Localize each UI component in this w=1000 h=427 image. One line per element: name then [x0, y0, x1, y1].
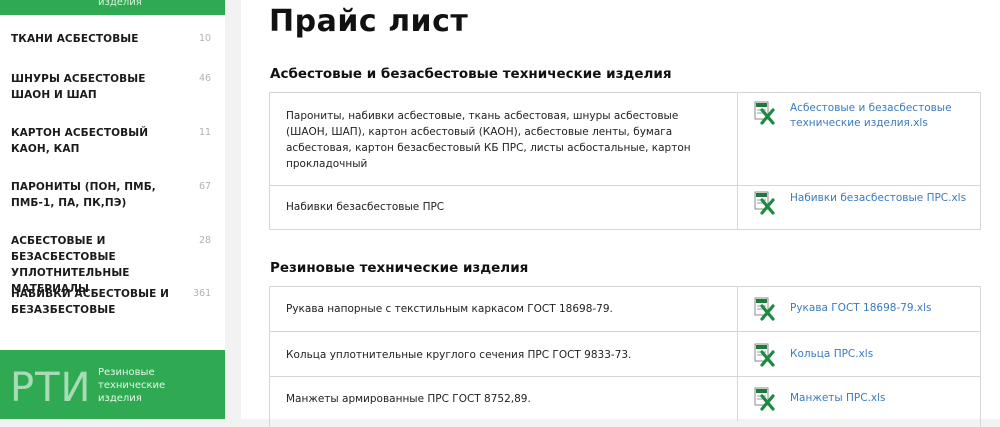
file-name: Кольца ПРС.xls [790, 348, 874, 360]
file-link[interactable]: Манжеты ПРС.xls [753, 387, 973, 411]
section-title: Асбестовые и безасбестовые технические и… [270, 66, 672, 82]
table-row: Кольца уплотнительные круглого сечения П… [270, 331, 980, 376]
file-name: Набивки безасбестовые ПРС.xls [790, 192, 967, 204]
file-name: Рукава ГОСТ 18698-79.xls [790, 302, 932, 314]
sidebar-promo-rti[interactable]: РТИ Резиновые технические изделия [0, 350, 225, 419]
excel-file-icon [754, 387, 775, 411]
sidebar-item-count: 67 [199, 181, 212, 192]
section-title: Резиновые технические изделия [270, 260, 529, 276]
sidebar-item-asbestos-cords[interactable]: ШНУРЫ АСБЕСТОВЫЕ ШАОН И ШАП 46 [0, 71, 225, 105]
file-link[interactable]: Асбестовые и безасбестовые технические и… [753, 101, 973, 135]
sidebar-item-label: ШНУРЫ АСБЕСТОВЫЕ ШАОН И ШАП [11, 73, 146, 101]
sidebar-top-banner-label: изделия [98, 0, 142, 8]
sidebar-item-paronites[interactable]: ПАРОНИТЫ (ПОН, ПМБ, ПМБ-1, ПА, ПК,ПЭ) 67 [0, 179, 225, 213]
price-table-asbestos: Парониты, набивки асбестовые, ткань асбе… [269, 92, 981, 230]
column-divider [737, 287, 738, 331]
file-name: Асбестовые и безасбестовые технические и… [790, 102, 952, 129]
column-divider [737, 377, 738, 421]
sidebar-item-count: 46 [199, 73, 212, 84]
sidebar-item-label: ПАРОНИТЫ (ПОН, ПМБ, ПМБ-1, ПА, ПК,ПЭ) [11, 181, 156, 209]
main-content: Прайс лист Асбестовые и безасбестовые те… [241, 0, 1000, 427]
sidebar-item-count: 28 [199, 235, 212, 246]
row-description: Кольца уплотнительные круглого сечения П… [286, 349, 632, 361]
excel-file-icon [754, 297, 775, 321]
sidebar-item-sealing-materials[interactable]: АСБЕСТОВЫЕ И БЕЗАСБЕСТОВЫЕ УПЛОТНИТЕЛЬНЫ… [0, 233, 225, 295]
sidebar-top-banner[interactable]: изделия [0, 0, 225, 15]
excel-file-icon [754, 343, 775, 367]
sidebar-item-count: 11 [199, 127, 212, 138]
sidebar: изделия ТКАНИ АСБЕСТОВЫЕ 10 ШНУРЫ АСБЕСТ… [0, 0, 225, 419]
excel-file-icon [754, 101, 775, 125]
promo-big-text: РТИ [10, 365, 92, 411]
page-title: Прайс лист [269, 4, 469, 39]
file-name: Манжеты ПРС.xls [790, 392, 886, 404]
file-link[interactable]: Рукава ГОСТ 18698-79.xls [753, 297, 973, 321]
sidebar-item-asbestos-cardboard[interactable]: КАРТОН АСБЕСТОВЫЙ КАОН, КАП 11 [0, 125, 225, 159]
table-row: Манжеты армированные ПРС ГОСТ 8752,89. М… [270, 376, 980, 421]
column-divider [737, 93, 738, 185]
row-description: Набивки безасбестовые ПРС [286, 201, 445, 213]
row-description: Рукава напорные с текстильным каркасом Г… [286, 303, 613, 315]
sidebar-item-packings[interactable]: НАБИВКИ АСБЕСТОВЫЕ И БЕЗАЗБЕСТОВЫЕ 361 [0, 286, 225, 320]
excel-file-icon [754, 191, 775, 215]
sidebar-item-count: 10 [199, 33, 212, 44]
price-table-rubber: Рукава напорные с текстильным каркасом Г… [269, 286, 981, 427]
column-divider [737, 186, 738, 229]
column-divider [737, 332, 738, 376]
file-link[interactable]: Кольца ПРС.xls [753, 343, 973, 367]
sidebar-item-count: 361 [193, 288, 212, 299]
table-row: Набивки безасбестовые ПРС Набивки безасб… [270, 185, 980, 229]
table-row: Парониты, набивки асбестовые, ткань асбе… [270, 93, 980, 185]
row-description: Парониты, набивки асбестовые, ткань асбе… [286, 110, 691, 170]
sidebar-item-label: ТКАНИ АСБЕСТОВЫЕ [11, 33, 139, 45]
promo-small-text: Резиновые технические изделия [98, 367, 166, 404]
file-link[interactable]: Набивки безасбестовые ПРС.xls [753, 191, 973, 225]
sidebar-item-asbestos-fabrics[interactable]: ТКАНИ АСБЕСТОВЫЕ 10 [0, 31, 225, 51]
table-row: Рукава напорные с текстильным каркасом Г… [270, 287, 980, 331]
sidebar-item-label: КАРТОН АСБЕСТОВЫЙ КАОН, КАП [11, 127, 149, 155]
sidebar-item-label: НАБИВКИ АСБЕСТОВЫЕ И БЕЗАЗБЕСТОВЫЕ [11, 288, 170, 316]
row-description: Манжеты армированные ПРС ГОСТ 8752,89. [286, 393, 531, 405]
